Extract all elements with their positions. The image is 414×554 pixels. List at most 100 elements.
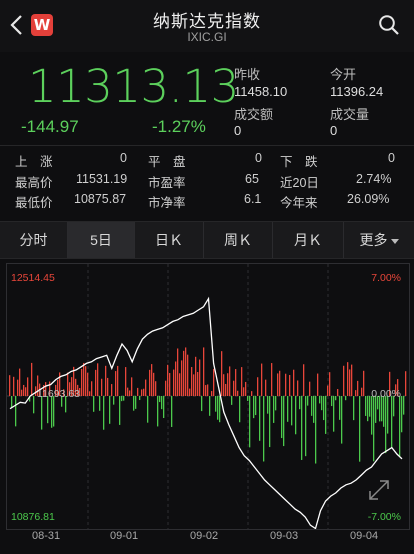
volume-bar [273,396,275,423]
y-bottom-label: 10876.81 [11,511,55,523]
volume-bar [171,396,173,427]
current-price: 11313.13 [28,60,239,113]
volume-bar [135,396,137,409]
volume-bar [365,396,367,416]
volume-bar [267,396,269,414]
volume-bar [185,347,187,396]
up-count-label: 上 涨 [15,155,53,169]
down-count-value: 0 [388,151,395,165]
volume-bar [209,396,211,416]
volume-bar [295,396,297,435]
volume-bar [317,373,319,396]
volume-bar [13,376,15,396]
volume-bar [323,396,325,421]
high-value: 11531.19 [76,172,128,186]
volume-bar [179,373,181,396]
volume-bar [305,396,307,457]
volume-bar [87,372,89,396]
search-icon[interactable] [378,14,400,36]
price-chart[interactable]: 12514.45 7.00% 11693.63 0.00% 10876.81 -… [6,263,410,530]
volume-bar [115,371,117,396]
volume-bar [231,396,233,405]
volume-bar [361,387,363,396]
volume-bar [303,364,305,396]
volume-bar [319,396,321,404]
tab-weekly[interactable]: 周Ｋ [204,222,273,258]
volume-bar [207,384,209,396]
volume-bar [309,381,311,396]
volume-bar [91,381,93,396]
volume-bar [165,380,167,396]
expand-icon[interactable] [369,480,389,500]
volume-bar [247,396,249,401]
tab-more-label: 更多 [359,232,388,248]
volume-bar [183,350,185,396]
volume-bar [113,396,115,405]
tab-monthly[interactable]: 月Ｋ [273,222,344,258]
down-count-label: 下 跌 [280,155,318,169]
volume-bar [17,379,19,396]
volume-bar [271,363,273,396]
volume-bar [335,396,337,401]
volume-bar [285,373,287,396]
volume-bar [261,363,263,396]
tab-5day[interactable]: 5日 [68,222,135,258]
volume-bar [99,396,101,411]
volume-bar [235,369,237,396]
volume-bar [155,381,157,396]
volume-bar [325,396,327,434]
pct-top-label: 7.00% [371,272,401,284]
volume-bar [145,379,147,396]
prev-close-label: 昨收 [234,67,261,82]
volume-bar [289,374,291,396]
volume-bar [311,396,313,416]
price-change: -144.97 [21,117,79,136]
volume-bar [315,396,317,464]
tab-intraday[interactable]: 分时 [0,222,68,258]
volume-bar [219,396,221,423]
volume-bar [159,396,161,403]
tab-daily[interactable]: 日Ｋ [135,222,204,258]
volume-bar [249,396,251,448]
tab-more[interactable]: 更多 [344,222,414,258]
volume-bar [149,369,151,396]
volume-bar [85,366,87,396]
volume-bar [349,369,351,396]
volume-bar [405,371,407,396]
ytd-value: 26.09% [347,192,390,206]
volume-bar [343,365,345,396]
pe-label: 市盈率 [148,176,186,190]
volume-bar [15,396,17,427]
low-label: 最低价 [15,196,53,210]
volume-bar [253,396,255,419]
volume-bar [385,396,387,454]
y-mid-label: 11693.63 [37,388,81,400]
volume-bar [139,396,141,401]
volume-bar [399,396,401,457]
volume-bar [327,385,329,396]
volume-bar [329,372,331,396]
divider [0,145,414,146]
up-count-value: 0 [120,151,127,165]
volume-bar [367,396,369,422]
y-top-label: 12514.45 [11,272,55,284]
date-label: 09-04 [350,530,379,542]
volume-bar [259,396,261,441]
volume-bar [387,396,389,434]
volume-bar [291,396,293,426]
volume-bar [401,396,403,433]
volume-bar [117,365,119,396]
volume-bar [177,348,179,396]
turnover-value: 0 [234,123,242,138]
volume-bar [215,396,217,412]
volume-bar [199,359,201,396]
volume-bar [269,396,271,448]
volume-bar [27,377,29,396]
ticker-code: IXIC.GI [187,30,227,44]
volume-bar [201,396,203,412]
volume-bar [133,396,135,411]
volume-bar [357,380,359,396]
volume-bar [175,361,177,396]
volume-bar [301,396,303,460]
turnover-label: 成交额 [234,107,274,122]
